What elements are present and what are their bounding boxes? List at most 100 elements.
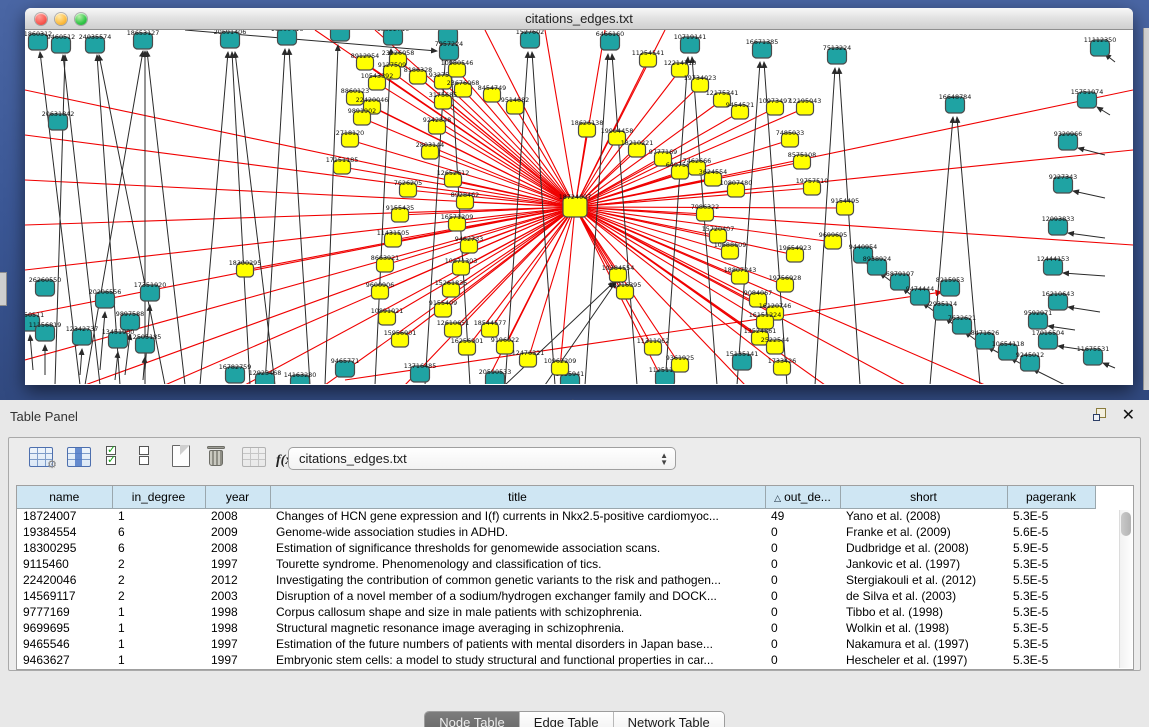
graph-node[interactable]: 1527602 — [516, 30, 544, 48]
column-header-out_de[interactable]: △out_de... — [765, 486, 840, 508]
column-header-in_degree[interactable]: in_degree — [112, 486, 205, 508]
graph-node[interactable]: 17351920 — [134, 281, 167, 301]
graph-node[interactable]: 9897588 — [116, 310, 144, 330]
graph-node[interactable]: 16782759 — [219, 363, 252, 383]
graph-node[interactable]: 16648784 — [939, 93, 972, 113]
graph-node[interactable]: 14163280 — [284, 371, 317, 384]
graph-node[interactable]: 9462733 — [455, 235, 483, 253]
tab-edge-table[interactable]: Edge Table — [519, 712, 613, 727]
graph-node[interactable]: 7986322 — [691, 203, 719, 221]
graph-node[interactable]: 7485033 — [776, 129, 804, 147]
graph-node[interactable]: 26260550 — [29, 276, 62, 296]
graph-node[interactable]: 10688609 — [714, 241, 747, 259]
table-row[interactable]: 1830029562008Estimation of significance … — [17, 540, 1095, 556]
new-column-button[interactable] — [172, 445, 190, 467]
table-row[interactable]: 1872400712008Changes of HCN gene express… — [17, 508, 1095, 524]
graph-node[interactable]: 15751074 — [1071, 88, 1104, 108]
graph-node[interactable]: 16671385 — [746, 38, 779, 58]
column-header-name[interactable]: name — [17, 486, 112, 508]
graph-node[interactable]: 9514682 — [501, 96, 529, 114]
table-scrollbar[interactable] — [1119, 510, 1132, 668]
column-header-short[interactable]: short — [840, 486, 1007, 508]
graph-node[interactable]: 9227343 — [1049, 173, 1077, 193]
column-header-title[interactable]: title — [270, 486, 765, 508]
graph-node[interactable]: 19757510 — [796, 177, 829, 195]
table-row[interactable]: 2242004622012Investigating the contribut… — [17, 572, 1095, 588]
graph-node[interactable]: 6466160 — [596, 30, 624, 50]
graph-node[interactable]: 11675531 — [1077, 345, 1110, 365]
network-window-titlebar[interactable]: citations_edges.txt — [25, 8, 1133, 30]
graph-node[interactable]: 10871303 — [445, 257, 478, 275]
graph-node[interactable]: 8912954 — [351, 52, 379, 70]
graph-node[interactable]: 8215953 — [936, 276, 964, 296]
table-row[interactable]: 969969511998Structural magnetic resonanc… — [17, 620, 1095, 636]
graph-node[interactable]: 16256901 — [451, 337, 484, 355]
graph-node[interactable]: 20590533 — [479, 368, 512, 384]
network-window[interactable]: citations_edges.txt 18603129460512240355… — [25, 8, 1133, 385]
graph-node[interactable]: 9245012 — [1016, 351, 1044, 371]
graph-node[interactable]: 9154495 — [831, 197, 859, 215]
graph-node[interactable]: 20631842 — [42, 110, 75, 130]
graph-node[interactable]: 16216395 — [609, 281, 642, 299]
table-row[interactable]: 1938455462009Genome-wide association stu… — [17, 524, 1095, 540]
graph-node[interactable]: 18807243 — [724, 266, 757, 284]
graph-node[interactable]: 7513224 — [823, 44, 851, 64]
table-select-dropdown[interactable]: citations_edges.txt ▲▼ — [288, 447, 676, 470]
graph-node[interactable]: 13716485 — [404, 362, 437, 382]
graph-node[interactable]: 10807480 — [720, 179, 753, 197]
table-scrollbar-thumb[interactable] — [1121, 512, 1131, 536]
graph-node[interactable]: 12195043 — [789, 97, 822, 115]
graph-node[interactable]: 9592971 — [1024, 309, 1052, 329]
deselect-all-button[interactable] — [139, 446, 149, 465]
graph-node[interactable]: 15135141 — [726, 350, 759, 370]
graph-node[interactable]: 18544577 — [474, 319, 507, 337]
graph-node[interactable]: 10891021 — [371, 307, 404, 325]
graph-node[interactable]: 7626205 — [394, 179, 422, 197]
graph-node[interactable]: 9329966 — [1054, 130, 1082, 150]
table-row[interactable]: 911546021997Tourette syndrome. Phenomeno… — [17, 556, 1095, 572]
column-settings-button[interactable]: ⚙ — [29, 447, 53, 467]
select-all-button[interactable] — [106, 446, 116, 465]
graph-node[interactable]: 15922710 — [377, 30, 410, 45]
table-row[interactable]: 946554611997Estimation of the future num… — [17, 636, 1095, 652]
graph-node[interactable]: 8575108 — [788, 151, 816, 169]
graph-node[interactable]: 12444153 — [1037, 255, 1070, 275]
graph-node[interactable]: 18626138 — [571, 119, 604, 137]
graph-node[interactable]: 15956901 — [384, 329, 417, 347]
graph-node[interactable]: 12923468 — [249, 369, 282, 384]
tab-network-table[interactable]: Network Table — [613, 712, 724, 727]
graph-node[interactable]: 9699695 — [819, 231, 847, 249]
graph-node[interactable]: 12476321 — [512, 349, 545, 367]
graph-node[interactable]: 18724007 — [559, 193, 592, 217]
graph-node[interactable]: 10973497 — [759, 97, 792, 115]
graph-node[interactable]: 20691406 — [214, 30, 247, 48]
delete-column-button[interactable] — [207, 445, 225, 467]
graph-node[interactable]: 19756928 — [769, 274, 802, 292]
table-row[interactable]: 977716911998Corpus callosum shape and si… — [17, 604, 1095, 620]
graph-node[interactable]: 8928462 — [451, 191, 479, 209]
table-row[interactable]: 1456911722003Disruption of a novel membe… — [17, 588, 1095, 604]
graph-node[interactable]: 9465771 — [331, 357, 359, 377]
graph-node[interactable]: 24035574 — [79, 33, 112, 53]
graph-node[interactable]: 12093833 — [1042, 215, 1075, 235]
tab-node-table[interactable]: Node Table — [425, 712, 519, 727]
close-panel-icon[interactable]: ✕ — [1122, 409, 1135, 423]
graph-node[interactable]: 10719141 — [674, 33, 707, 53]
graph-node[interactable]: 17151185 — [326, 156, 359, 174]
column-header-pagerank[interactable]: pagerank — [1007, 486, 1095, 508]
float-panel-icon[interactable] — [1093, 408, 1108, 423]
network-canvas[interactable]: 1860312946051224035574186531272069140619… — [25, 30, 1133, 384]
table-row[interactable]: 946362711997Embryonic stem cells: a mode… — [17, 652, 1095, 668]
graph-node[interactable]: 2718120 — [336, 129, 364, 147]
graph-node[interactable]: 11254541 — [632, 49, 665, 67]
graph-node[interactable]: 9242848 — [423, 116, 451, 134]
column-header-year[interactable]: year — [205, 486, 270, 508]
graph-node[interactable]: 11112350 — [1084, 36, 1117, 56]
graph-node[interactable]: 18653127 — [127, 30, 160, 49]
graph-node[interactable]: 1733426 — [768, 357, 796, 375]
graph-node[interactable]: 7957224 — [435, 40, 463, 60]
graph-node[interactable]: 12610651 — [437, 319, 470, 337]
graph-node[interactable]: 9460512 — [47, 33, 75, 53]
graph-node[interactable]: 11311062 — [637, 337, 670, 355]
show-columns-button[interactable] — [67, 447, 91, 467]
